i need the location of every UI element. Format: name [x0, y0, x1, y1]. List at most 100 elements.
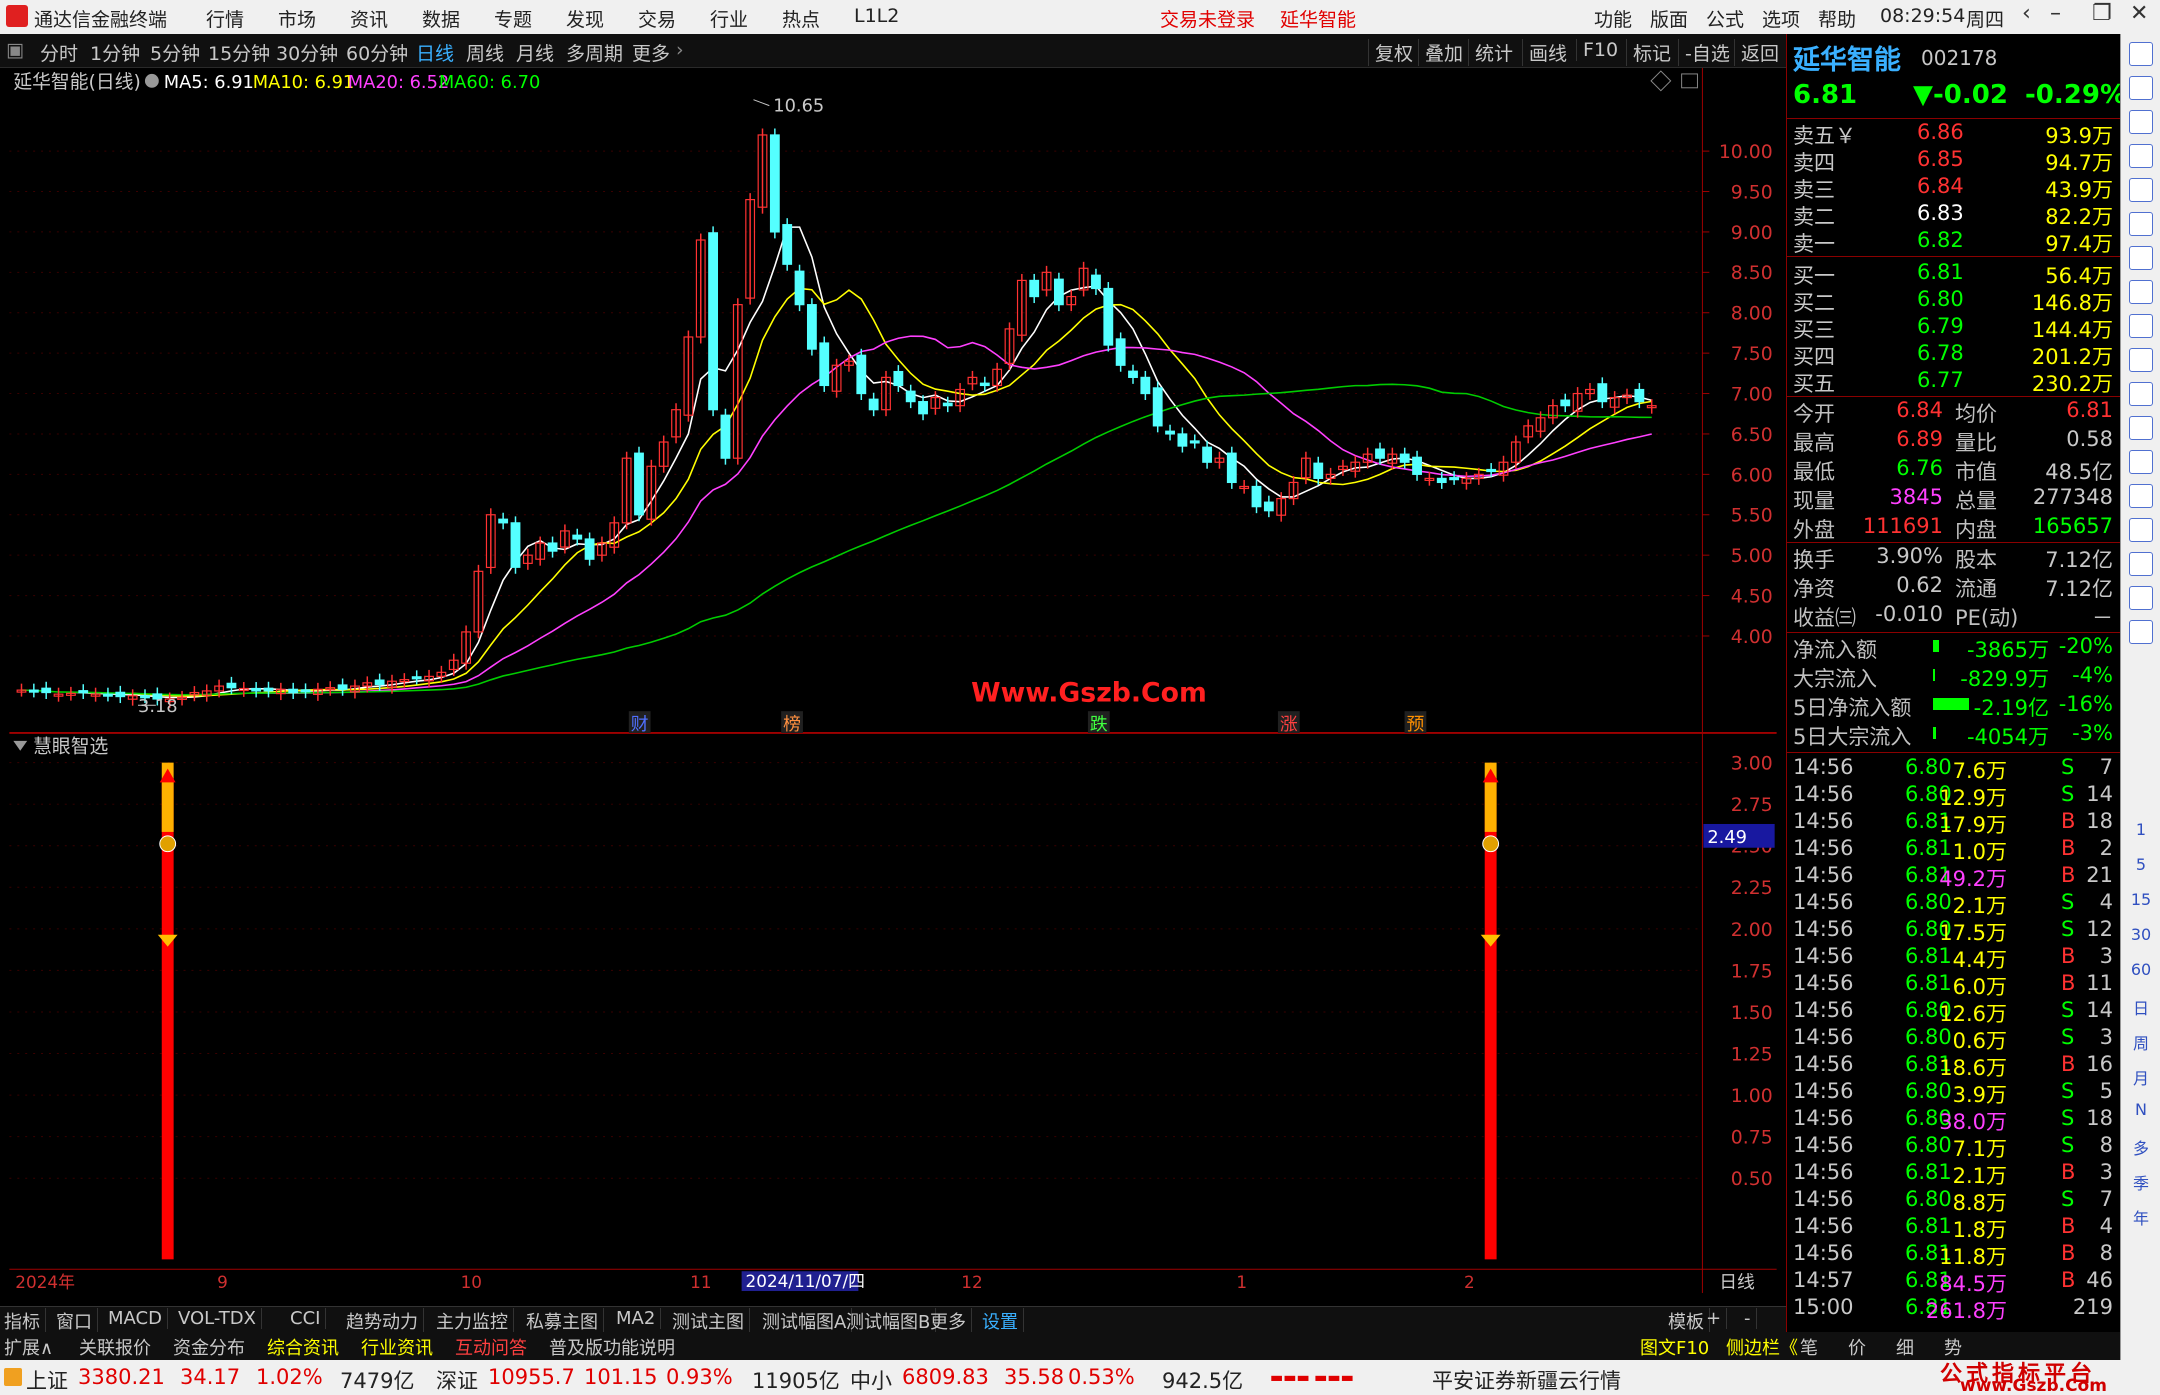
- news-icon[interactable]: [2129, 450, 2153, 474]
- period-multi[interactable]: 多周期: [566, 39, 623, 66]
- maximize-icon[interactable]: ❐: [2092, 1, 2112, 26]
- period-daily[interactable]: 日线: [416, 39, 454, 66]
- arrow-up-icon[interactable]: [2129, 42, 2153, 66]
- period-30min[interactable]: 30分钟: [276, 39, 338, 66]
- star-icon[interactable]: [2129, 416, 2153, 440]
- indicator-collapse-icon[interactable]: [13, 740, 28, 751]
- kline2-icon[interactable]: [2129, 620, 2153, 644]
- period-weekly[interactable]: 周线: [466, 39, 504, 66]
- menu-l1l2[interactable]: L1L2: [854, 5, 899, 27]
- menu-industry[interactable]: 行业: [710, 5, 748, 32]
- period-5min[interactable]: 5分钟: [150, 39, 200, 66]
- sidebar-period-3[interactable]: 30: [2125, 925, 2157, 944]
- ask-row[interactable]: 卖五￥ 6.86 93.9万: [1793, 120, 2113, 148]
- sidebar-period-5[interactable]: 日: [2125, 995, 2157, 1019]
- table-icon[interactable]: [2129, 246, 2153, 270]
- bid-row[interactable]: 买四 6.78 201.2万: [1793, 341, 2113, 369]
- indicator-tab[interactable]: 窗口: [56, 1308, 98, 1334]
- menu-data[interactable]: 数据: [422, 5, 460, 32]
- info-link[interactable]: 综合资讯: [267, 1334, 339, 1360]
- indicator-tab[interactable]: 指标: [4, 1308, 46, 1334]
- info-link[interactable]: 普及版功能说明: [549, 1334, 675, 1360]
- btn-f10[interactable]: F10: [1576, 39, 1618, 61]
- btn-overlay[interactable]: 叠加: [1418, 39, 1463, 66]
- kline-chart[interactable]: 10.00 9.50 9.00 8.50 8.00 7.50 7.00 6.50 6.00 5.5…: [0, 68, 1786, 1293]
- menu-discover[interactable]: 发现: [566, 5, 604, 32]
- info-link[interactable]: 互动问答: [455, 1334, 527, 1360]
- indicator-tab[interactable]: 设置: [982, 1308, 1024, 1334]
- back-icon[interactable]: ‹: [2022, 1, 2031, 26]
- sidebar-period-4[interactable]: 60: [2125, 960, 2157, 979]
- menu-function[interactable]: 功能: [1594, 5, 1632, 32]
- indicator-tab[interactable]: MACD: [108, 1308, 168, 1329]
- menu-options[interactable]: 选项: [1762, 5, 1800, 32]
- info-link[interactable]: 关联报价: [79, 1334, 151, 1360]
- bid-row[interactable]: 买三 6.79 144.4万: [1793, 314, 2113, 342]
- btn-stats[interactable]: 统计: [1468, 39, 1513, 66]
- tab-action[interactable]: -: [1744, 1308, 1757, 1329]
- indicator-tab[interactable]: 测试幅图A: [762, 1308, 853, 1334]
- menu-news[interactable]: 资讯: [350, 5, 388, 32]
- pen-icon[interactable]: [2129, 552, 2153, 576]
- menu-trade[interactable]: 交易: [638, 5, 676, 32]
- indicator-tab[interactable]: CCI: [290, 1308, 327, 1329]
- list-icon[interactable]: [2129, 144, 2153, 168]
- sidebar-period-0[interactable]: 1: [2125, 820, 2157, 839]
- arrow-down-icon[interactable]: [2129, 76, 2153, 100]
- btn-watchlist[interactable]: -自选: [1678, 39, 1730, 66]
- indicator-tab[interactable]: 测试幅图B: [846, 1308, 937, 1334]
- close-icon[interactable]: ✕: [2130, 1, 2148, 26]
- trade-login-notice[interactable]: 交易未登录: [1160, 5, 1255, 32]
- stats-icon[interactable]: [2129, 314, 2153, 338]
- menu-hot[interactable]: 热点: [782, 5, 820, 32]
- menu-layout[interactable]: 版面: [1650, 5, 1688, 32]
- sidebar-period-6[interactable]: 周: [2125, 1030, 2157, 1054]
- info-link[interactable]: 资金分布: [173, 1334, 245, 1360]
- ask-row[interactable]: 卖二 6.83 82.2万: [1793, 201, 2113, 229]
- side-link[interactable]: 侧边栏《: [1726, 1334, 1798, 1360]
- btn-draw[interactable]: 画线: [1522, 39, 1567, 66]
- menu-help[interactable]: 帮助: [1818, 5, 1856, 32]
- indicator-tab[interactable]: 主力监控: [436, 1308, 514, 1334]
- bid-row[interactable]: 买一 6.81 56.4万: [1793, 260, 2113, 288]
- bid-row[interactable]: 买五 6.77 230.2万: [1793, 368, 2113, 396]
- sidebar-period-8[interactable]: N: [2125, 1100, 2157, 1119]
- chevron-right-icon[interactable]: ›: [676, 39, 684, 61]
- indicator-tab[interactable]: MA2: [616, 1308, 662, 1329]
- tab-action[interactable]: 模板: [1668, 1308, 1710, 1334]
- side-link[interactable]: 笔: [1800, 1334, 1818, 1360]
- indicator-tab[interactable]: 测试主图: [672, 1308, 750, 1334]
- ask-row[interactable]: 卖一 6.82 97.4万: [1793, 228, 2113, 256]
- period-15min[interactable]: 15分钟: [208, 39, 270, 66]
- indicator-tab[interactable]: 趋势动力: [346, 1308, 424, 1334]
- period-monthly[interactable]: 月线: [516, 39, 554, 66]
- rsi-icon[interactable]: [2129, 484, 2153, 508]
- sidebar-period-9[interactable]: 多: [2125, 1135, 2157, 1159]
- info-link[interactable]: 扩展∧: [4, 1334, 53, 1360]
- indicator-tab[interactable]: 私募主图: [526, 1308, 604, 1334]
- period-60min[interactable]: 60分钟: [346, 39, 408, 66]
- kline-icon[interactable]: [2129, 212, 2153, 236]
- menu-market[interactable]: 市场: [278, 5, 316, 32]
- sidebar-period-11[interactable]: 年: [2125, 1205, 2157, 1229]
- indicator-tab[interactable]: 更多: [930, 1308, 972, 1334]
- fs-icon[interactable]: [2129, 586, 2153, 610]
- chart-layout-icon[interactable]: [1681, 73, 1698, 89]
- f10-icon[interactable]: [2129, 348, 2153, 372]
- period-1min[interactable]: 1分钟: [90, 39, 140, 66]
- ask-row[interactable]: 卖三 6.84 43.9万: [1793, 174, 2113, 202]
- sidebar-period-1[interactable]: 5: [2125, 855, 2157, 874]
- chart-icon[interactable]: [2129, 178, 2153, 202]
- period-intraday[interactable]: 分时: [40, 39, 78, 66]
- indicator-tab[interactable]: VOL-TDX: [178, 1308, 262, 1329]
- sidebar-period-2[interactable]: 15: [2125, 890, 2157, 909]
- minimize-icon[interactable]: –: [2050, 1, 2061, 26]
- side-link[interactable]: 图文F10: [1640, 1334, 1709, 1360]
- side-link[interactable]: 价: [1848, 1334, 1866, 1360]
- bid-row[interactable]: 买二 6.80 146.8万: [1793, 287, 2113, 315]
- period-more[interactable]: 更多: [632, 39, 670, 66]
- sidebar-period-10[interactable]: 季: [2125, 1170, 2157, 1194]
- ask-row[interactable]: 卖四 6.85 94.7万: [1793, 147, 2113, 175]
- chart-option-icon[interactable]: [1650, 70, 1672, 92]
- info-icon[interactable]: [2129, 280, 2153, 304]
